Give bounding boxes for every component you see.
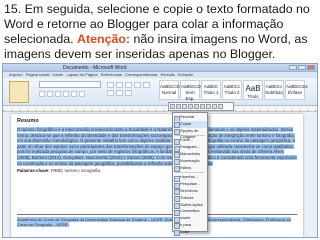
menu-item-traduzir[interactable]: Traduzir [173,195,207,203]
grow-font-icon[interactable] [176,104,181,109]
bold-icon[interactable] [39,91,45,97]
menu-item-copiar[interactable]: Copiar [173,120,207,129]
style-enfase[interactable]: AaBbCcDc Ênfase [285,80,309,100]
strikethrough-icon[interactable] [63,91,69,97]
menu-item-comentario[interactable]: Comentário [173,208,207,216]
menu-item-opcoes-colagem[interactable]: Opções de Colagem: [173,128,207,139]
bullets-icon[interactable] [107,82,114,88]
menu-separator [175,172,205,174]
style-sample: AaBbCc [265,84,283,89]
menu-item-estilos[interactable]: Estilos [173,165,207,172]
align-center-icon[interactable] [107,90,114,96]
style-name: Ênfase [287,90,302,95]
styles-gallery: AaBbCcDc Normal AaBbCcDc Sem Esp. AaBbC Tít… [159,80,309,101]
word-window: Documento - Microsoft Word Arquivo Págin… [2,63,318,238]
style-titulo[interactable]: AaB Título [243,80,263,100]
menu-item-ir-para[interactable]: Ir para [173,222,207,230]
menu-item-inserir[interactable]: Inserir [173,215,207,223]
maximize-icon[interactable] [298,65,306,70]
style-name: Título [247,94,259,99]
ruler[interactable] [3,106,317,112]
instruction-text: 15. Em seguida, selecione e copie o text… [4,2,316,62]
abstract-paragraph: O turismo fotográfico é a interconexão e… [17,127,297,166]
keywords-line: Palavras-chave: PIBID; turismo; Geografi… [17,168,297,174]
menu-item-outras-acoes[interactable]: Outras Ações [173,202,207,209]
menu-item-sinonimos[interactable]: Sinônimos [173,188,207,196]
ribbon: AaBbCcDc Normal AaBbCcDc Sem Esp. AaBbC Tít… [3,78,317,106]
menu-item-pesquisar[interactable]: Pesquisar... [173,181,207,189]
style-name: Subtítulo [265,90,283,95]
sort-icon[interactable] [134,82,141,88]
highlight-icon[interactable] [206,104,211,109]
font-buttons [39,91,85,97]
menu-item-marcadores[interactable]: Marcadores [173,151,207,159]
resumo-heading: Resumo [17,118,39,124]
style-sem-espaco[interactable]: AaBbCcDc Sem Esp. [180,80,204,101]
bold-icon[interactable] [188,104,193,109]
indent-icon[interactable] [125,82,132,88]
center-icon[interactable] [200,104,205,109]
font-color-icon[interactable] [71,91,77,97]
style-sample: AaBbCcDc [160,84,183,89]
menu-item-recortar[interactable]: Recortar [173,114,207,122]
footnote: Acadêmica do Curso de Geografia da Unive… [17,214,297,228]
style-sample: AaBbC [203,84,219,89]
window-title: Documento - Microsoft Word [63,65,127,71]
format-painter-icon[interactable] [218,104,223,109]
context-menu: Recortar Copiar Opções de Colagem: Fonte… [172,112,208,237]
title-bar: Documento - Microsoft Word [3,64,317,72]
italic-icon[interactable] [194,104,199,109]
minimize-icon[interactable] [289,65,297,70]
style-sample: AaBbCcDc [286,84,309,89]
highlight-icon[interactable] [79,91,85,97]
font-color-icon[interactable] [212,104,217,109]
style-sample: AaBbCcDc [181,84,204,89]
style-name: Título 2 [224,90,240,95]
menu-item-hiperlink[interactable]: Hiperlink... [173,174,207,182]
style-titulo-1[interactable]: AaBbC Título 1 [201,80,221,100]
style-name: Sem Esp. [185,90,195,101]
close-icon[interactable] [307,65,315,70]
menu-item-colar[interactable]: Colar [173,229,207,237]
style-titulo-2[interactable]: AaBbCc Título 2 [222,80,242,100]
style-subtitulo[interactable]: AaBbCc Subtítulo [264,80,284,100]
style-sample: AaB [245,84,261,93]
selected-text[interactable]: O turismo fotográfico é a interconexão e… [17,127,297,166]
mini-toolbar [168,102,234,111]
underline-icon[interactable] [55,91,61,97]
justify-icon[interactable] [125,90,132,96]
paragraph-buttons [107,82,155,96]
style-normal[interactable]: AaBbCcDc Normal [159,80,183,100]
numbering-icon[interactable] [116,82,123,88]
paste-button[interactable] [9,81,29,103]
font-size-icon[interactable] [170,104,175,109]
shrink-font-icon[interactable] [182,104,187,109]
menu-item-fonte[interactable]: Fonte... [173,137,207,145]
align-right-icon[interactable] [116,90,123,96]
menu-item-paragrafo[interactable]: Parágrafo... [173,144,207,152]
keywords-label: Palavras-chave: [17,168,50,174]
style-name: Título 1 [203,90,219,95]
align-left-icon[interactable] [143,82,150,88]
style-sample: AaBbCc [223,84,241,89]
italic-icon[interactable] [47,91,53,97]
warning-label: Atenção: [77,32,131,46]
footnote-text: Acadêmica do Curso de Geografia da Unive… [17,217,291,228]
menu-item-numeracao[interactable]: Numeração [173,158,207,166]
keywords-text: PIBID; turismo; Geografia. [49,168,102,174]
style-name: Normal [161,90,177,95]
font-name-select[interactable] [39,81,101,88]
document-page[interactable]: Resumo O turismo fotográfico é a interco… [11,114,303,237]
